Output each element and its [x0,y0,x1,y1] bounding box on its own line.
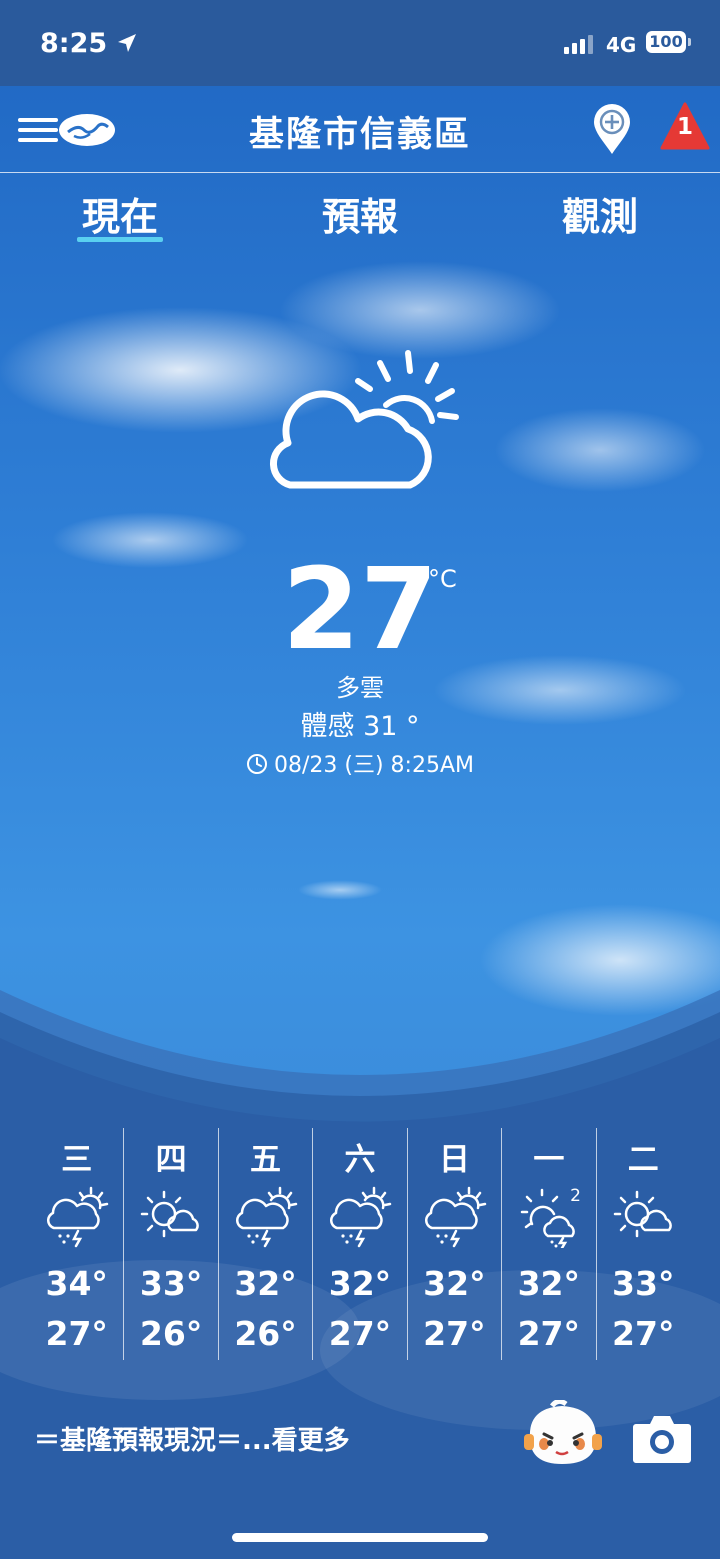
forecast-high: 33° [139,1264,203,1303]
partly-cloudy-icon [269,350,459,489]
forecast-low: 27° [45,1314,108,1353]
forecast-news-link[interactable]: ＝基隆預報現況＝...看更多 [34,1420,350,1457]
alert-count-badge[interactable]: 1 [660,114,710,140]
location-arrow-icon [118,34,136,52]
forecast-high: 32° [234,1264,297,1303]
forecast-day-name: 一 [533,1142,565,1178]
sun-cloud-icon [141,1190,200,1238]
weekly-forecast: 三 34° 27° 四 33° 26° 五 32° 26° 六 32° 27° … [30,1128,690,1360]
tab-observation[interactable]: 觀測 [535,186,665,241]
forecast-low: 27° [423,1314,486,1353]
app-header: 基隆市信義區 1 [0,86,720,173]
tab-now[interactable]: 現在 [55,186,185,241]
forecast-high: 32° [328,1264,392,1303]
forecast-low: 26° [139,1314,203,1353]
probability-badge: 2 [570,1186,581,1206]
forecast-low: 27° [612,1314,675,1353]
signal-icon [564,34,593,54]
thunderstorm-sun-icon [330,1186,392,1248]
sun-cloud-icon [613,1190,672,1238]
clock-icon [247,754,267,774]
forecast-high: 34° [45,1264,108,1303]
mascot-icon[interactable] [522,1400,604,1470]
active-tab-indicator [77,237,163,242]
status-time: 8:25 [40,28,108,59]
observation-time: 08/23 (三) 8:25AM [0,747,720,779]
network-type: 4G [606,33,637,57]
forecast-day-name: 四 [155,1142,187,1178]
tab-forecast[interactable]: 預報 [295,186,425,241]
tab-bar: 現在 預報 觀測 [0,180,720,250]
forecast-day[interactable]: 五 32° 26° [219,1128,314,1360]
add-location-icon[interactable] [592,102,632,156]
battery-tip [688,38,691,46]
forecast-day[interactable]: 日 32° 27° [408,1128,503,1360]
thunderstorm-sun-icon [235,1186,298,1248]
forecast-day[interactable]: 六 32° 27° [313,1128,408,1360]
forecast-low: 27° [328,1314,392,1353]
thunderstorm-sun-icon [424,1186,486,1248]
weather-condition: 多雲 [336,674,384,702]
forecast-high: 32° [517,1264,581,1303]
forecast-day-name: 六 [344,1142,376,1178]
temperature-unit: °C [428,565,457,593]
forecast-high: 33° [612,1264,675,1303]
status-bar: 8:25 4G 100 [0,0,720,86]
forecast-day[interactable]: 三 34° 27° [30,1128,125,1360]
thunderstorm-sun-icon [47,1186,109,1248]
forecast-day-name: 日 [438,1142,470,1178]
forecast-day[interactable]: 四 33° 26° [124,1128,219,1360]
forecast-day-name: 五 [250,1142,282,1178]
forecast-high: 32° [423,1264,486,1303]
forecast-day[interactable]: 一 2 32° 27° [502,1128,597,1360]
forecast-day[interactable]: 二 33° 27° [597,1128,690,1360]
home-indicator[interactable] [232,1533,488,1542]
feels-like-temperature: 體感 31 ° [300,711,420,742]
camera-icon[interactable] [632,1410,692,1464]
forecast-day-name: 三 [61,1142,93,1178]
forecast-low: 27° [517,1314,581,1353]
observation-time-text: 08/23 (三) 8:25AM [274,753,474,778]
current-temperature: 27 [282,545,438,675]
forecast-day-name: 二 [627,1142,659,1178]
forecast-low: 26° [234,1314,297,1353]
battery-icon: 100 [646,31,686,53]
